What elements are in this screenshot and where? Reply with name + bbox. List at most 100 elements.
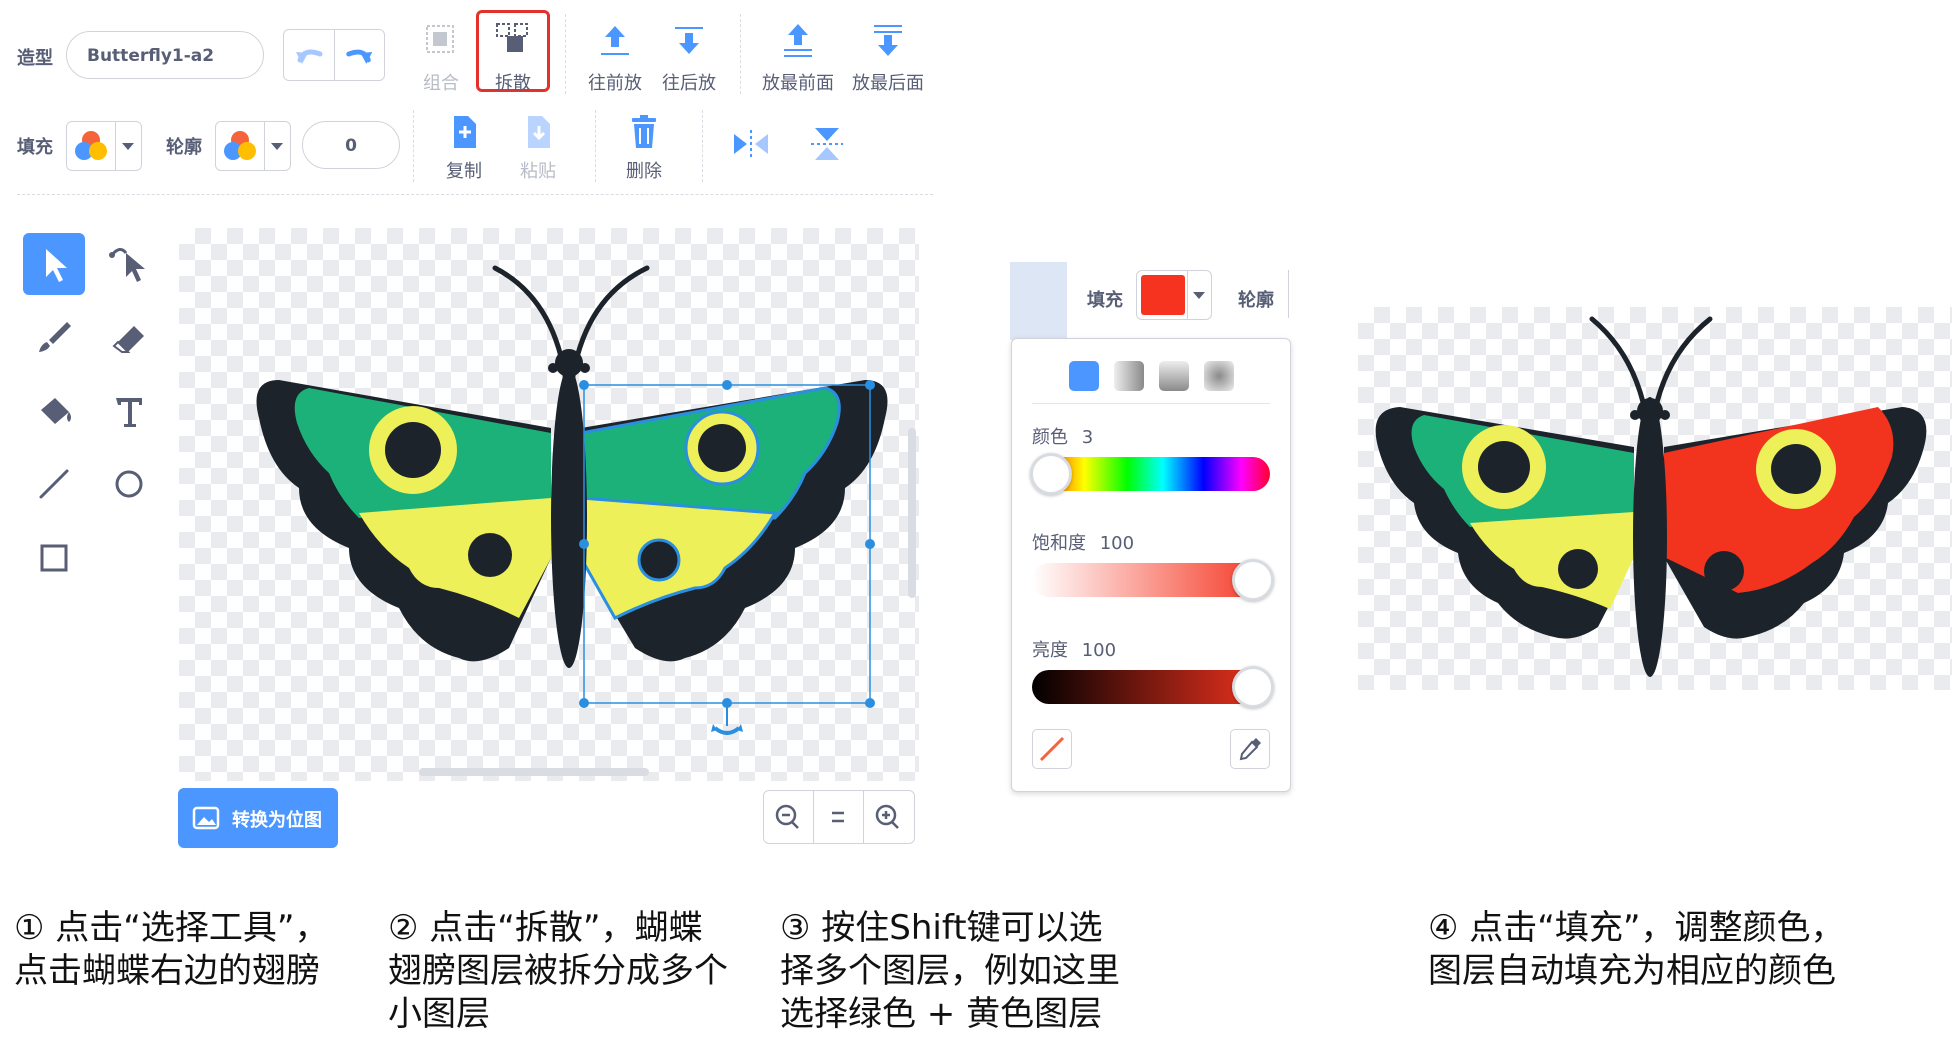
bring-front-icon: [784, 24, 812, 57]
color-value: 3: [1081, 427, 1094, 448]
zoom-in-button[interactable]: [864, 791, 912, 843]
vertical-gradient-mode-button[interactable]: [1159, 361, 1189, 391]
zoom-out-icon: [775, 804, 799, 829]
radial-gradient-mode-button[interactable]: [1204, 361, 1234, 391]
fill-label: 填充: [17, 137, 53, 158]
text-icon: [116, 398, 142, 427]
circle-icon: [115, 470, 143, 498]
backward-button[interactable]: 往后放: [658, 20, 720, 95]
backward-icon: [675, 27, 703, 54]
no-color-icon: [1039, 736, 1065, 762]
brush-icon: [39, 322, 71, 352]
ungroup-label: 拆散: [495, 73, 531, 94]
trash-icon: [632, 115, 656, 148]
forward-label: 往前放: [588, 73, 642, 94]
copy-icon: [454, 116, 476, 148]
outline-color-dropdown[interactable]: [215, 121, 291, 171]
paint-canvas[interactable]: [179, 228, 919, 781]
group-button[interactable]: 组合: [413, 20, 469, 95]
undo-button[interactable]: [284, 30, 334, 80]
flip-horizontal-button[interactable]: [730, 124, 772, 164]
costume-name-input[interactable]: Butterfly1-a2: [66, 31, 264, 79]
caption-step-1: ① 点击“选择工具”， 点击蝴蝶右边的翅膀: [14, 908, 329, 991]
bring-front-button[interactable]: 放最前面: [758, 20, 838, 95]
zoom-in-icon: [875, 804, 899, 829]
caption-step-2: ② 点击“拆散”，蝴蝶 翅膀图层被拆分成多个 小图层: [388, 908, 728, 1034]
solid-fill-mode-button[interactable]: [1069, 361, 1099, 391]
flip-vertical-icon: [811, 128, 843, 160]
butterfly-recolored-drawing: [1375, 316, 1927, 677]
outline-label: 轮廓: [166, 137, 202, 158]
zoom-out-button[interactable]: [764, 791, 812, 843]
eyedropper-icon: [1239, 738, 1261, 761]
reshape-tool[interactable]: [98, 233, 160, 295]
redo-button[interactable]: [335, 30, 384, 80]
vertical-scrollbar[interactable]: [908, 428, 916, 598]
color-label: 颜色: [1032, 427, 1068, 448]
no-color-button[interactable]: [1032, 729, 1072, 769]
hue-slider-knob[interactable]: [1030, 453, 1072, 495]
outline-width-input[interactable]: 0: [302, 121, 400, 169]
copy-button[interactable]: 复制: [438, 112, 490, 183]
backward-label: 往后放: [662, 73, 716, 94]
brightness-slider-knob[interactable]: [1232, 666, 1274, 708]
result-preview: [1358, 307, 1952, 690]
fill-color-dropdown[interactable]: [66, 121, 142, 171]
bring-front-label: 放最前面: [762, 73, 834, 94]
paste-button[interactable]: 粘贴: [512, 112, 564, 183]
picker-outline-label: 轮廓: [1238, 290, 1274, 311]
undo-redo-group: [283, 29, 385, 81]
zoom-reset-button[interactable]: [814, 791, 862, 843]
brush-tool[interactable]: [23, 306, 85, 368]
flip-vertical-button[interactable]: [806, 124, 848, 164]
arrow-cursor-icon: [46, 249, 67, 282]
eyedropper-button[interactable]: [1230, 729, 1270, 769]
circle-tool[interactable]: [98, 453, 160, 515]
color-picker-popover: 颜色 3 饱和度 100 亮度 100: [1011, 338, 1291, 792]
convert-to-bitmap-button[interactable]: 转换为位图: [178, 788, 338, 848]
horizontal-scrollbar[interactable]: [419, 768, 649, 776]
saturation-value: 100: [1099, 533, 1135, 554]
paste-icon: [528, 116, 550, 148]
text-tool[interactable]: [98, 380, 160, 442]
forward-icon: [601, 26, 629, 55]
caption-step-3: ③ 按住Shift键可以选 择多个图层，例如这里 选择绿色 + 黄色图层: [780, 908, 1120, 1034]
fill-tool[interactable]: [23, 380, 85, 442]
delete-label: 删除: [626, 161, 662, 182]
convert-button-label: 转换为位图: [232, 810, 322, 831]
brightness-value: 100: [1081, 640, 1117, 661]
send-back-icon: [874, 25, 902, 56]
send-back-button[interactable]: 放最后面: [848, 20, 928, 95]
multi-color-icon: [75, 131, 107, 160]
rectangle-tool[interactable]: [23, 527, 85, 589]
horizontal-gradient-mode-button[interactable]: [1114, 361, 1144, 391]
zoom-controls: [763, 790, 915, 844]
panel-backdrop: [1010, 262, 1067, 340]
fill-color-swatch: [1141, 275, 1185, 315]
line-icon: [39, 469, 69, 499]
picker-fill-dropdown[interactable]: [1136, 270, 1212, 320]
saturation-slider-knob[interactable]: [1232, 559, 1274, 601]
copy-label: 复制: [446, 161, 482, 182]
caption-step-4: ④ 点击“填充”，调整颜色， 图层自动填充为相应的颜色: [1428, 908, 1845, 991]
ungroup-icon: [496, 23, 528, 52]
picker-fill-label: 填充: [1087, 290, 1123, 311]
delete-button[interactable]: 删除: [618, 112, 670, 183]
multi-color-icon: [224, 131, 256, 160]
select-tool[interactable]: [23, 233, 85, 295]
saturation-label: 饱和度: [1032, 533, 1086, 554]
toolbar-divider: [17, 194, 933, 195]
send-back-label: 放最后面: [852, 73, 924, 94]
reshape-icon: [109, 248, 145, 282]
brightness-label: 亮度: [1032, 640, 1068, 661]
chevron-down-icon: [1193, 292, 1205, 299]
outline-dropdown-edge: [1288, 270, 1293, 318]
forward-button[interactable]: 往前放: [584, 20, 646, 95]
eraser-icon: [112, 326, 144, 353]
ungroup-button[interactable]: 拆散: [480, 20, 546, 95]
paint-bucket-icon: [41, 398, 71, 424]
image-icon: [192, 806, 220, 830]
redo-icon: [346, 49, 373, 64]
line-tool[interactable]: [23, 453, 85, 515]
eraser-tool[interactable]: [98, 306, 160, 368]
